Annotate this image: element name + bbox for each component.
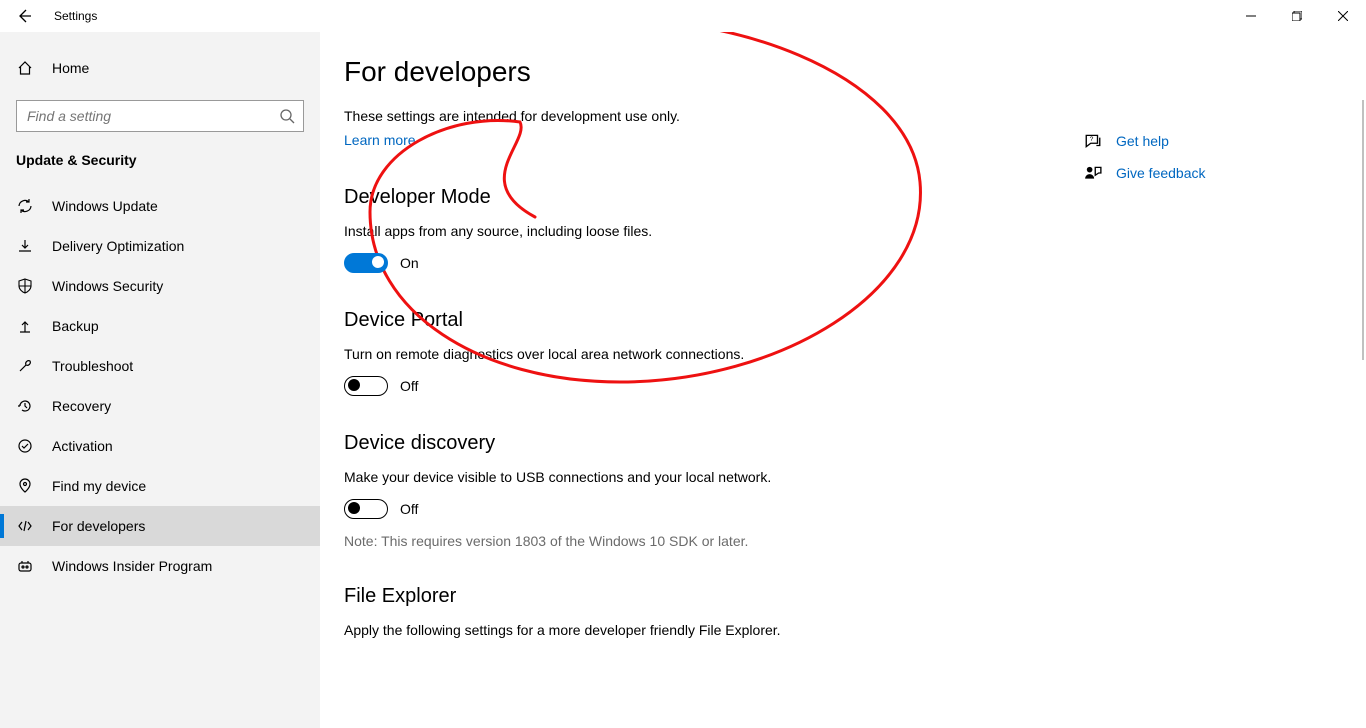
back-button[interactable] xyxy=(0,0,48,32)
sidebar-item-label: Find my device xyxy=(52,478,146,494)
window-title: Settings xyxy=(48,9,97,23)
check-circle-icon xyxy=(16,437,34,455)
sidebar-section-title: Update & Security xyxy=(0,146,320,186)
sidebar-home-label: Home xyxy=(52,60,89,76)
sidebar-item-label: Backup xyxy=(52,318,99,334)
file-explorer-desc: Apply the following settings for a more … xyxy=(344,622,1342,638)
search-input[interactable] xyxy=(16,100,304,132)
scrollbar[interactable] xyxy=(1362,100,1364,360)
sidebar-item-label: Windows Security xyxy=(52,278,163,294)
wrench-icon xyxy=(16,357,34,375)
shield-icon xyxy=(16,277,34,295)
developer-mode-desc: Install apps from any source, including … xyxy=(344,223,1342,239)
feedback-icon xyxy=(1084,164,1102,182)
main-content: For developers These settings are intend… xyxy=(320,32,1366,728)
close-button[interactable] xyxy=(1320,0,1366,32)
back-arrow-icon xyxy=(16,8,32,24)
get-help-link[interactable]: ? Get help xyxy=(1084,132,1334,150)
upload-icon xyxy=(16,317,34,335)
give-feedback-label: Give feedback xyxy=(1116,165,1206,181)
developer-mode-state: On xyxy=(400,255,419,271)
chat-help-icon: ? xyxy=(1084,132,1102,150)
sidebar: Home Update & Security Windows Update De… xyxy=(0,32,320,728)
device-discovery-desc: Make your device visible to USB connecti… xyxy=(344,469,1342,485)
device-portal-toggle[interactable] xyxy=(344,376,388,396)
developer-mode-toggle[interactable] xyxy=(344,253,388,273)
sidebar-item-for-developers[interactable]: For developers xyxy=(0,506,320,546)
close-icon xyxy=(1338,11,1348,21)
insider-icon xyxy=(16,557,34,575)
location-icon xyxy=(16,477,34,495)
sidebar-item-activation[interactable]: Activation xyxy=(0,426,320,466)
sidebar-item-find-my-device[interactable]: Find my device xyxy=(0,466,320,506)
code-icon xyxy=(16,517,34,535)
sidebar-item-windows-update[interactable]: Windows Update xyxy=(0,186,320,226)
sidebar-item-delivery-optimization[interactable]: Delivery Optimization xyxy=(0,226,320,266)
device-portal-heading: Device Portal xyxy=(344,309,1342,332)
device-discovery-group: Device discovery Make your device visibl… xyxy=(344,432,1342,549)
history-icon xyxy=(16,397,34,415)
right-column: ? Get help Give feedback xyxy=(1084,132,1334,196)
sidebar-item-label: Activation xyxy=(52,438,113,454)
learn-more-link[interactable]: Learn more xyxy=(344,132,416,148)
maximize-button[interactable] xyxy=(1274,0,1320,32)
sidebar-item-label: Windows Update xyxy=(52,198,158,214)
sidebar-item-troubleshoot[interactable]: Troubleshoot xyxy=(0,346,320,386)
sidebar-item-backup[interactable]: Backup xyxy=(0,306,320,346)
sidebar-item-label: Windows Insider Program xyxy=(52,558,212,574)
sidebar-item-label: For developers xyxy=(52,518,145,534)
device-discovery-heading: Device discovery xyxy=(344,432,1342,455)
sidebar-item-windows-insider[interactable]: Windows Insider Program xyxy=(0,546,320,586)
sidebar-item-recovery[interactable]: Recovery xyxy=(0,386,320,426)
get-help-label: Get help xyxy=(1116,133,1169,149)
minimize-icon xyxy=(1246,11,1256,21)
page-subtitle: These settings are intended for developm… xyxy=(344,108,1342,124)
search-field[interactable] xyxy=(27,108,279,124)
device-portal-state: Off xyxy=(400,378,418,394)
search-icon xyxy=(279,108,295,124)
file-explorer-group: File Explorer Apply the following settin… xyxy=(344,585,1342,638)
maximize-icon xyxy=(1292,11,1302,21)
svg-text:?: ? xyxy=(1090,136,1094,143)
page-title: For developers xyxy=(344,56,1342,88)
device-portal-desc: Turn on remote diagnostics over local ar… xyxy=(344,346,1342,362)
sidebar-item-label: Troubleshoot xyxy=(52,358,133,374)
sync-icon xyxy=(16,197,34,215)
sidebar-home[interactable]: Home xyxy=(0,40,320,96)
home-icon xyxy=(16,59,34,77)
sidebar-item-label: Recovery xyxy=(52,398,111,414)
device-discovery-toggle[interactable] xyxy=(344,499,388,519)
file-explorer-heading: File Explorer xyxy=(344,585,1342,608)
device-discovery-note: Note: This requires version 1803 of the … xyxy=(344,533,1342,549)
minimize-button[interactable] xyxy=(1228,0,1274,32)
download-icon xyxy=(16,237,34,255)
title-bar: Settings xyxy=(0,0,1366,32)
sidebar-item-label: Delivery Optimization xyxy=(52,238,184,254)
device-portal-group: Device Portal Turn on remote diagnostics… xyxy=(344,309,1342,396)
sidebar-item-windows-security[interactable]: Windows Security xyxy=(0,266,320,306)
developer-mode-group: Developer Mode Install apps from any sou… xyxy=(344,186,1342,273)
device-discovery-state: Off xyxy=(400,501,418,517)
give-feedback-link[interactable]: Give feedback xyxy=(1084,164,1334,182)
